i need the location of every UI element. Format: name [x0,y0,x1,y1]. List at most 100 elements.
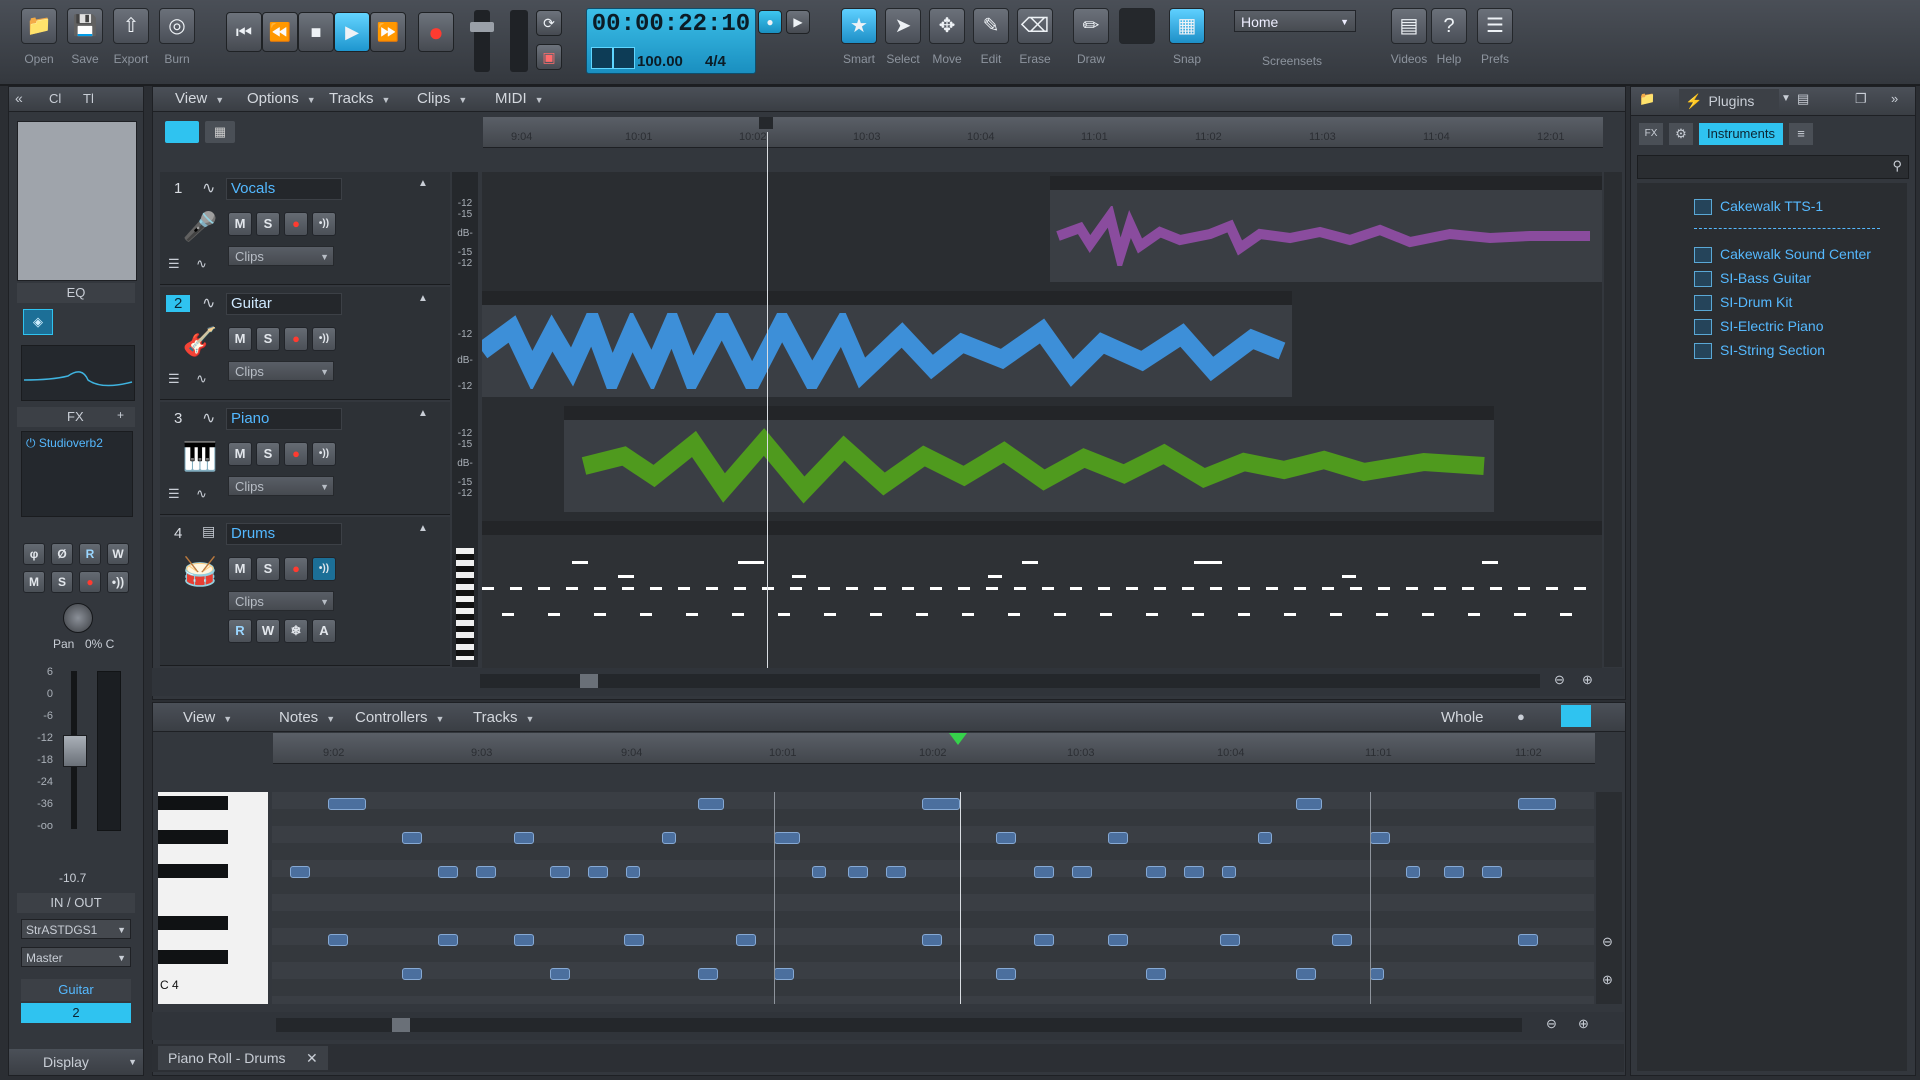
piano-roll-hscroll[interactable] [276,1018,1522,1032]
tempo-value[interactable]: 100.00 [637,53,683,70]
black-key[interactable] [158,796,228,810]
midi-note[interactable] [328,934,348,946]
archive-button[interactable]: A [312,619,336,643]
view-mode-grid[interactable]: ▦ [205,121,235,143]
midi-note[interactable] [1518,934,1538,946]
midi-note[interactable] [1146,866,1166,878]
midi-note[interactable] [1108,832,1128,844]
rewind-button[interactable]: ⏪ [262,12,298,52]
midi-note[interactable] [626,866,640,878]
midi-note[interactable] [550,968,570,980]
add-fx-icon[interactable]: + [117,408,124,422]
rewind-to-start-button[interactable]: ⏮ [226,12,262,52]
automation-icon[interactable]: ∿ [196,486,207,502]
midi-note[interactable] [328,798,366,810]
track-name[interactable]: Drums [226,523,342,545]
monitor-button[interactable]: •)) [312,557,336,581]
midi-note[interactable] [550,866,570,878]
eq-enable-button[interactable]: ◈ [23,309,53,335]
fast-forward-button[interactable]: ⏩ [370,12,406,52]
help-button[interactable]: ? Help [1426,6,1472,76]
meter-value[interactable]: 4/4 [705,53,726,70]
now-marker[interactable] [759,117,773,129]
instrument-item[interactable]: Cakewalk TTS-1 [1694,198,1823,216]
inspector-track-name[interactable]: Guitar [21,979,131,1001]
pan-knob[interactable] [63,603,93,633]
midi-note[interactable] [698,968,718,980]
zoom-in-icon[interactable]: ⊕ [1578,1016,1589,1032]
time-ruler[interactable]: 9:04 10:01 10:02 10:03 10:04 11:01 11:02… [483,117,1603,148]
volume-fader-thumb[interactable] [63,735,87,767]
midi-note[interactable] [922,934,942,946]
output-select[interactable]: Master ▼ [21,947,131,967]
freeze-button[interactable]: ❄ [284,619,308,643]
input-select[interactable]: StrASTDGS1 ▼ [21,919,131,939]
midi-note[interactable] [1332,934,1352,946]
black-key[interactable] [158,830,228,844]
midi-note[interactable] [1370,832,1390,844]
vzoom-in-icon[interactable]: ⊕ [1602,972,1613,988]
automation-icon[interactable]: ∿ [196,256,207,272]
piano-keyboard[interactable]: C 4 [158,792,268,1004]
midi-note[interactable] [1258,832,1272,844]
save-button[interactable]: 💾 Save [62,6,108,76]
zoom-out-icon[interactable]: ⊖ [1546,1016,1557,1032]
midi-note[interactable] [886,866,906,878]
mute-button[interactable]: M [228,327,252,351]
browser-icon[interactable]: ▤ [1797,91,1809,107]
tool-snap[interactable]: ▦ Snap [1164,6,1210,76]
solo-button[interactable]: S [256,557,280,581]
menu-options[interactable]: Options ▼ [247,90,316,107]
burn-button[interactable]: ◎ Burn [154,6,200,76]
midi-note[interactable] [1444,866,1464,878]
pr-menu-view[interactable]: View ▼ [183,709,232,726]
midi-note[interactable] [662,832,676,844]
tool-erase[interactable]: ⌫ Erase [1012,6,1058,76]
inspector-arm-button[interactable]: ● [79,571,101,593]
phase-button[interactable]: Ø [51,543,73,565]
inspector-monitor-button[interactable]: •)) [107,571,129,593]
midi-note[interactable] [1296,798,1322,810]
instrument-item[interactable]: SI-Bass Guitar [1694,270,1811,288]
fx-filter-button[interactable]: FX [1639,123,1663,145]
vzoom-out-icon[interactable]: ⊖ [1602,934,1613,950]
view-mode-tracks[interactable] [165,121,199,143]
track-vocals[interactable]: 1 ∿ Vocals ▲ 🎤 M S ● •)) Clips ▼ ☰ ∿ [160,172,450,285]
expand-icon[interactable]: ▲ [418,523,428,534]
clips-dropdown[interactable]: Clips ▼ [228,361,334,381]
read-automation-button[interactable]: R [79,543,101,565]
midi-note[interactable] [1222,866,1236,878]
metronome-toggle[interactable]: ● [758,10,782,34]
arm-button[interactable]: ● [284,557,308,581]
collapse-icon[interactable]: « [15,90,23,106]
zoom-in-icon[interactable]: ⊕ [1582,672,1593,688]
menu-view[interactable]: View ▼ [175,90,224,107]
track-name[interactable]: Guitar [226,293,342,315]
read-automation-button[interactable]: R [228,619,252,643]
midi-note[interactable] [1034,934,1054,946]
tool-draw[interactable]: ✏ Draw [1068,6,1114,76]
volume-fader-track[interactable] [63,671,87,829]
clips-dropdown[interactable]: Clips ▼ [228,246,334,266]
track-drums[interactable]: 4 ▤ Drums ▲ 🥁 M S ● •)) Clips ▼ R W ❄ A [160,517,450,666]
play-button[interactable]: ▶ [334,12,370,52]
clips-dropdown[interactable]: Clips ▼ [228,591,334,611]
expand-icon[interactable]: ▲ [418,408,428,419]
midi-note[interactable] [922,798,960,810]
open-button[interactable]: 📁 Open [16,6,62,76]
note-grid[interactable] [272,792,1594,1004]
expand-icon[interactable]: ▲ [418,293,428,304]
midi-note[interactable] [514,934,534,946]
midi-note[interactable] [1072,866,1092,878]
midi-note[interactable] [1184,866,1204,878]
piano-roll-vscroll[interactable]: ⊖ ⊕ [1596,792,1622,1004]
menu-clips[interactable]: Clips ▼ [417,90,467,107]
chevron-down-icon[interactable]: ▼ [1781,93,1791,104]
stop-button[interactable]: ■ [298,12,334,52]
midi-note[interactable] [588,866,608,878]
midi-note[interactable] [848,866,868,878]
tab-track[interactable]: Tl [83,91,94,106]
midi-note[interactable] [402,832,422,844]
midi-note[interactable] [438,866,458,878]
black-key[interactable] [158,864,228,878]
